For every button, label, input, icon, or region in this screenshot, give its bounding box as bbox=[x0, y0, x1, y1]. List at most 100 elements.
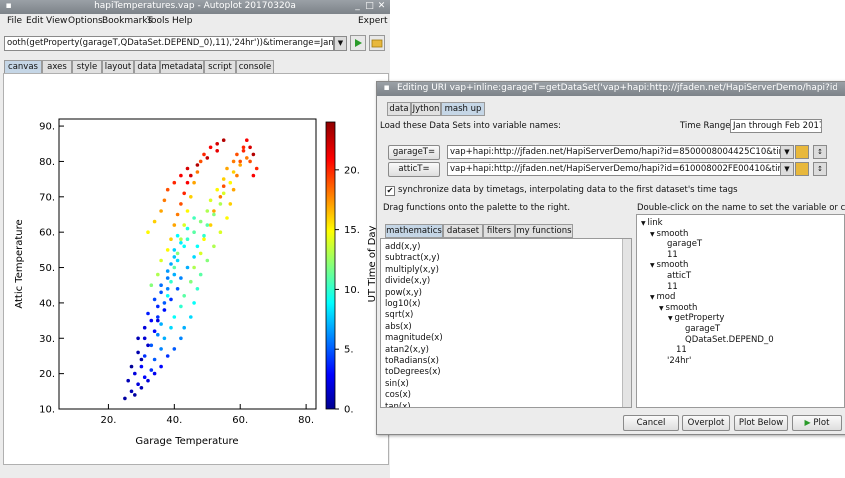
tree-node[interactable]: ▼ getProperty bbox=[668, 313, 724, 323]
tree-node[interactable]: atticT bbox=[667, 271, 691, 281]
expression-tree[interactable]: ▼ link ▼ smooth garageT 11 ▼ smooth atticT 11 ▼… bbox=[636, 214, 845, 408]
var-atticT-spinner[interactable]: ↕ bbox=[813, 162, 827, 176]
data-point bbox=[142, 336, 147, 341]
function-item[interactable]: toDegrees(x) bbox=[385, 367, 441, 377]
tab-jython[interactable]: Jython bbox=[411, 102, 441, 116]
main-window: ▪ hapiTemperatures.vap - Autoplot 201703… bbox=[0, 0, 390, 478]
function-item[interactable]: multiply(x,y) bbox=[385, 265, 439, 275]
bookmark-button[interactable] bbox=[369, 35, 385, 51]
data-points bbox=[123, 138, 259, 401]
function-item[interactable]: add(x,y) bbox=[385, 242, 420, 252]
function-item[interactable]: abs(x) bbox=[385, 322, 412, 332]
data-point bbox=[156, 318, 160, 323]
tab-data[interactable]: data bbox=[134, 60, 160, 74]
go-button[interactable] bbox=[350, 35, 366, 51]
function-item[interactable]: magnitude(x) bbox=[385, 333, 443, 343]
tree-node[interactable]: ▼ link bbox=[641, 218, 663, 228]
menu-bookmarks[interactable]: Bookmarks bbox=[102, 16, 152, 26]
tab-console[interactable]: console bbox=[236, 60, 274, 74]
menu-help[interactable]: Help bbox=[172, 16, 193, 26]
var-atticT-dropdown[interactable]: ▼ bbox=[780, 162, 794, 176]
data-point bbox=[165, 287, 170, 291]
tab-style[interactable]: style bbox=[72, 60, 102, 74]
tab-my-functions[interactable]: my functions bbox=[515, 224, 573, 238]
plot-button[interactable]: ▶ Plot bbox=[792, 415, 842, 431]
plot-below-button[interactable]: Plot Below bbox=[734, 415, 788, 431]
close-icon[interactable]: ✕ bbox=[376, 1, 387, 12]
data-point bbox=[235, 173, 239, 178]
time-range-input[interactable]: Jan through Feb 2017 bbox=[730, 119, 822, 133]
function-list[interactable]: add(x,y) subtract(x,y) multiply(x,y) divide… bbox=[380, 238, 632, 408]
function-item[interactable]: sqrt(x) bbox=[385, 310, 413, 320]
tree-node[interactable]: QDataSet.DEPEND_0 bbox=[685, 335, 774, 345]
tab-data[interactable]: data bbox=[387, 102, 411, 116]
data-point bbox=[159, 347, 163, 351]
function-item[interactable]: atan2(x,y) bbox=[385, 345, 429, 355]
minimize-icon[interactable]: _ bbox=[352, 1, 363, 12]
tab-dataset[interactable]: dataset bbox=[443, 224, 483, 238]
tab-metadata[interactable]: metadata bbox=[160, 60, 204, 74]
data-point bbox=[179, 241, 183, 245]
data-point bbox=[215, 187, 219, 192]
tab-axes[interactable]: axes bbox=[42, 60, 72, 74]
function-item[interactable]: divide(x,y) bbox=[385, 276, 430, 286]
tree-node[interactable]: ▼ smooth bbox=[650, 260, 688, 270]
tab-layout[interactable]: layout bbox=[102, 60, 134, 74]
tree-node[interactable]: '24hr' bbox=[667, 356, 691, 366]
scatter-plot[interactable]: 20. 40. 60. 80. 10. 20. 30. 40. 50. 60. 70. 80. 90.… bbox=[4, 74, 388, 464]
function-item[interactable]: log10(x) bbox=[385, 299, 420, 309]
var-atticT-uri[interactable]: vap+hapi:http://jfaden.net/HapiServerDem… bbox=[447, 162, 781, 176]
tab-canvas[interactable]: canvas bbox=[4, 60, 42, 74]
function-item[interactable]: toRadians(x) bbox=[385, 356, 439, 366]
function-item[interactable]: tan(x) bbox=[385, 402, 411, 407]
tree-node[interactable]: garageT bbox=[685, 324, 720, 334]
maximize-icon[interactable]: □ bbox=[364, 1, 375, 12]
data-point bbox=[208, 198, 213, 203]
dialog-menu-icon[interactable]: ▪ bbox=[381, 83, 392, 94]
tree-node[interactable]: ▼ smooth bbox=[650, 229, 688, 239]
plot-canvas[interactable]: 20. 40. 60. 80. 10. 20. 30. 40. 50. 60. 70. 80. 90.… bbox=[3, 73, 389, 465]
var-garageT-spinner[interactable]: ↕ bbox=[813, 145, 827, 159]
menu-edit[interactable]: Edit bbox=[26, 16, 43, 26]
folder-icon[interactable] bbox=[795, 162, 809, 176]
tree-node[interactable]: ▼ smooth bbox=[659, 303, 697, 313]
dialog-title-bar[interactable]: ▪ Editing URI vap+inline:garageT=getData… bbox=[377, 82, 845, 96]
var-garageT-dropdown[interactable]: ▼ bbox=[780, 145, 794, 159]
data-point bbox=[169, 262, 173, 266]
tree-node[interactable]: ▼ mod bbox=[650, 292, 675, 302]
tab-mash-up[interactable]: mash up bbox=[441, 102, 485, 116]
function-item[interactable]: sin(x) bbox=[385, 379, 409, 389]
data-point bbox=[205, 156, 210, 160]
tab-filters[interactable]: filters bbox=[483, 224, 515, 238]
x-tick-label: 40. bbox=[166, 415, 182, 426]
folder-icon[interactable] bbox=[795, 145, 809, 159]
data-point bbox=[136, 382, 140, 387]
function-item[interactable]: subtract(x,y) bbox=[385, 253, 440, 263]
var-garageT-uri[interactable]: vap+hapi:http://jfaden.net/HapiServerDem… bbox=[447, 145, 781, 159]
title-bar[interactable]: ▪ hapiTemperatures.vap - Autoplot 201703… bbox=[0, 0, 390, 14]
expert-menu[interactable]: Expert bbox=[358, 16, 388, 26]
tab-mathematics[interactable]: mathematics bbox=[385, 224, 443, 238]
uri-input[interactable]: ooth(getProperty(garageT,QDataSet.DEPEND… bbox=[4, 36, 334, 51]
data-point bbox=[221, 177, 226, 181]
var-atticT-button[interactable]: atticT= bbox=[388, 162, 440, 177]
cancel-button[interactable]: Cancel bbox=[623, 415, 679, 431]
tree-node[interactable]: 11 bbox=[667, 250, 678, 260]
tree-node[interactable]: garageT bbox=[667, 239, 702, 249]
tree-node[interactable]: 11 bbox=[676, 345, 687, 355]
tab-script[interactable]: script bbox=[204, 60, 236, 74]
menu-file[interactable]: File bbox=[7, 16, 22, 26]
function-item[interactable]: cos(x) bbox=[385, 390, 411, 400]
tree-node-label: garageT bbox=[685, 324, 721, 334]
menu-view[interactable]: View bbox=[46, 16, 67, 26]
uri-history-dropdown[interactable]: ▼ bbox=[334, 36, 347, 51]
menu-tools[interactable]: Tools bbox=[147, 16, 169, 26]
function-list-scrollbar[interactable] bbox=[622, 239, 631, 407]
data-point bbox=[142, 354, 147, 358]
menu-options[interactable]: Options bbox=[68, 16, 103, 26]
function-item[interactable]: pow(x,y) bbox=[385, 288, 422, 298]
sync-checkbox[interactable]: ✔ bbox=[385, 186, 395, 196]
tree-node[interactable]: 11 bbox=[667, 282, 678, 292]
overplot-button[interactable]: Overplot bbox=[682, 415, 730, 431]
var-garageT-button[interactable]: garageT= bbox=[388, 145, 440, 160]
